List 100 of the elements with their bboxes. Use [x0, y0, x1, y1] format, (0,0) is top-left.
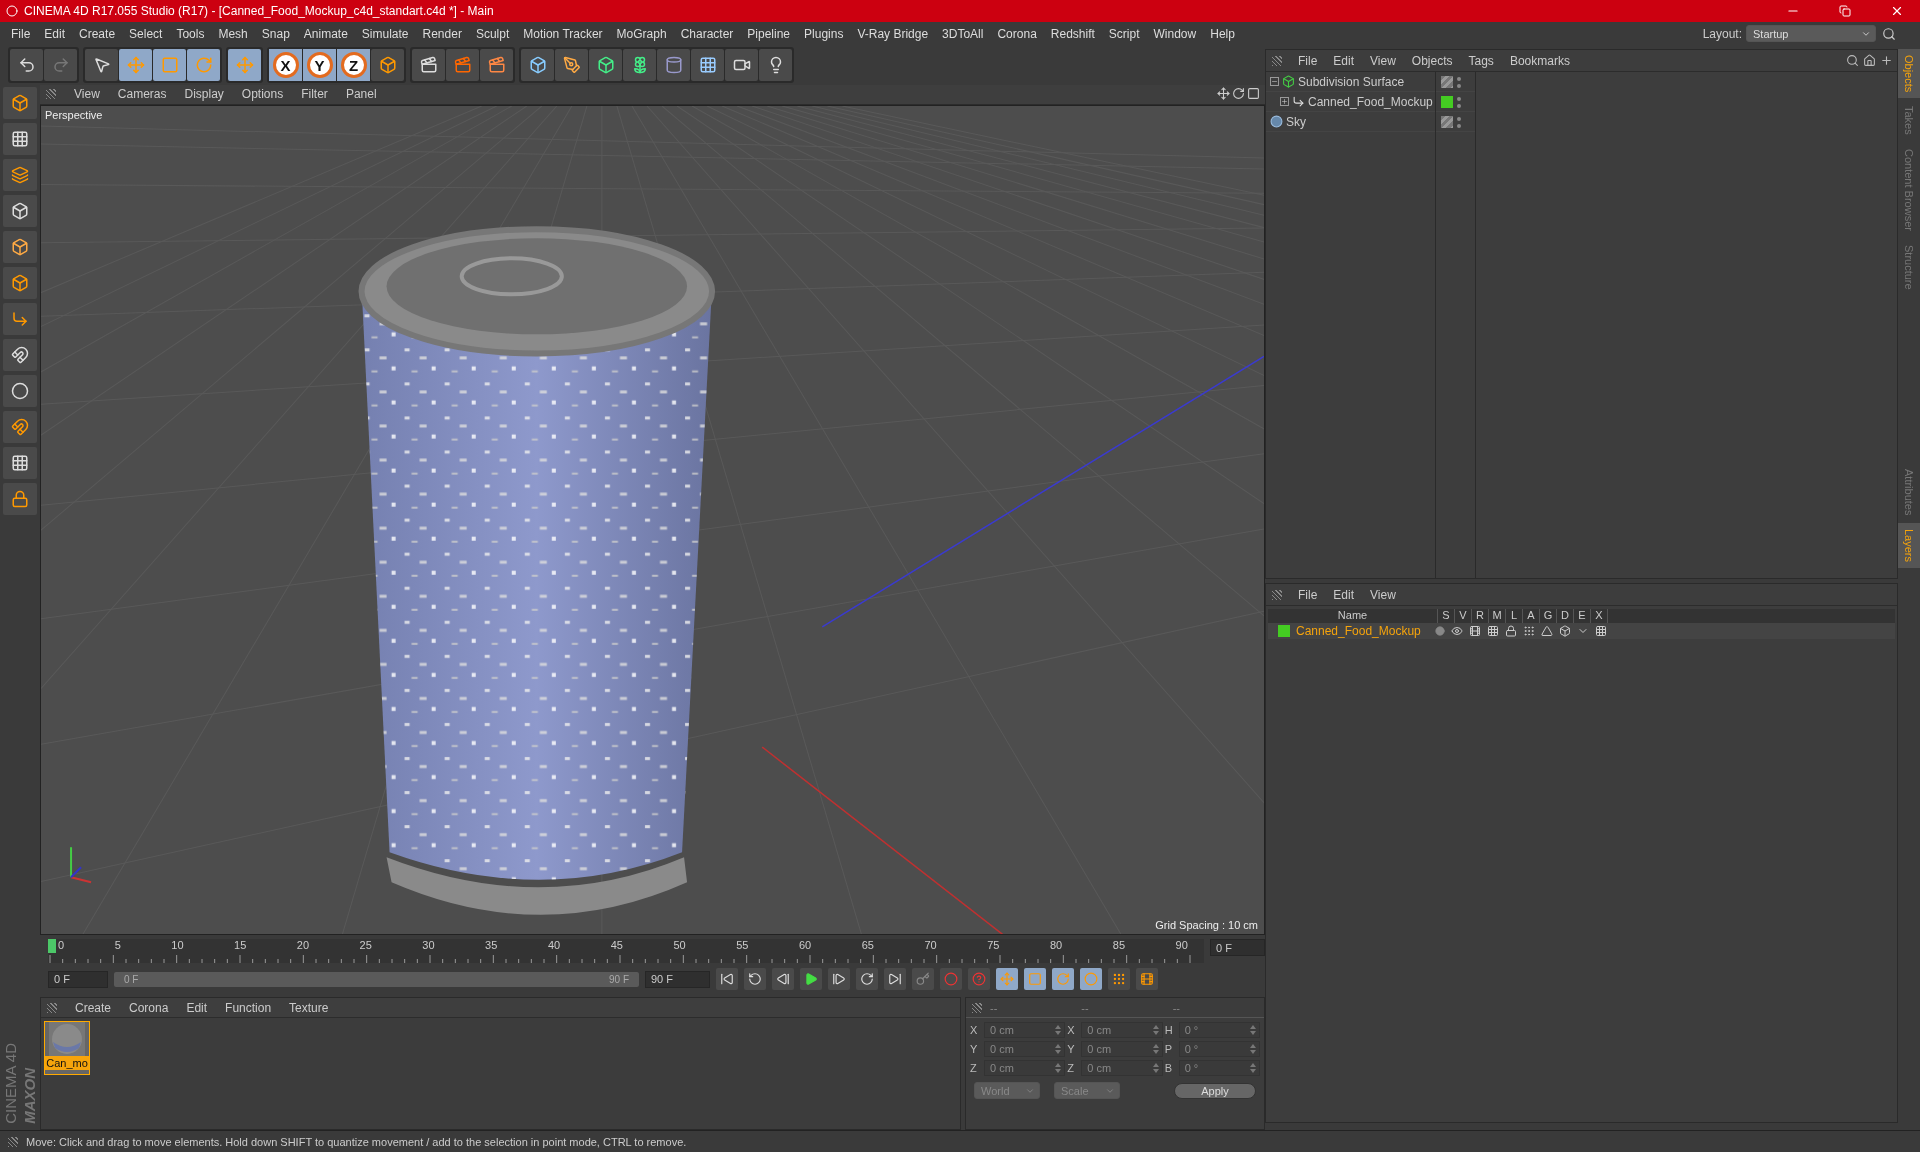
start-frame-field[interactable]: 0 F — [48, 970, 108, 988]
menu-item[interactable]: Window — [1146, 26, 1204, 41]
menu-item[interactable]: Animate — [296, 26, 355, 41]
menu-item[interactable]: 3DToAll — [935, 26, 991, 41]
play-button[interactable] — [800, 968, 822, 991]
toolbar-button[interactable] — [412, 49, 445, 81]
expand-toggle[interactable] — [1270, 77, 1279, 86]
timeline-button[interactable] — [1136, 968, 1158, 991]
spinner-arrows-icon[interactable] — [1055, 1063, 1062, 1074]
axis-lock-button[interactable]: Y — [303, 49, 336, 81]
panel-grip-icon[interactable] — [972, 1002, 982, 1013]
maximize-icon[interactable] — [1247, 86, 1260, 100]
key-button[interactable] — [912, 968, 934, 991]
material-swatch[interactable]: Can_mo — [44, 1021, 90, 1076]
visibility-dots-icon[interactable] — [1456, 74, 1462, 89]
animation-icon[interactable] — [1522, 625, 1535, 637]
menu-item[interactable]: Help — [1203, 26, 1242, 41]
rotate-key-button[interactable] — [1052, 968, 1074, 991]
toolbar-button[interactable] — [725, 49, 758, 81]
record-button[interactable] — [940, 968, 962, 991]
end-frame-field[interactable]: 90 F — [645, 970, 710, 988]
menu-item[interactable]: File — [4, 26, 38, 41]
tool-button[interactable] — [3, 303, 37, 335]
home-icon[interactable] — [1863, 54, 1876, 67]
viewport-menu-item[interactable]: Filter — [293, 87, 336, 102]
orbit-icon[interactable] — [1232, 86, 1245, 100]
menu-item[interactable]: Edit — [37, 26, 73, 41]
eye-icon[interactable] — [1450, 625, 1463, 637]
object-menu-item[interactable]: Objects — [1403, 53, 1461, 68]
layout-dropdown[interactable]: Startup — [1746, 25, 1876, 42]
side-tab[interactable]: Objects — [1898, 49, 1920, 99]
menu-item[interactable]: Create — [72, 26, 123, 41]
toolbar-button[interactable] — [657, 49, 690, 81]
generator-icon[interactable] — [1540, 625, 1553, 637]
panel-grip-icon[interactable] — [47, 1002, 57, 1013]
viewport-menu-item[interactable]: Cameras — [109, 87, 175, 102]
move-key-button[interactable] — [996, 968, 1018, 991]
tool-button[interactable] — [3, 483, 37, 515]
axis-lock-button[interactable]: X — [269, 49, 302, 81]
toolbar-button[interactable] — [480, 49, 513, 81]
spinner-arrows-icon[interactable] — [1250, 1044, 1256, 1055]
tool-button[interactable] — [3, 411, 37, 443]
scale-key-button[interactable] — [1024, 968, 1046, 991]
material-menu-item[interactable]: Corona — [121, 1000, 177, 1015]
pan-icon[interactable] — [1217, 86, 1230, 100]
playhead[interactable] — [48, 939, 56, 954]
visibility-dots-icon[interactable] — [1456, 94, 1462, 109]
menu-item[interactable]: Corona — [990, 26, 1044, 41]
deformer-icon[interactable] — [1558, 625, 1571, 637]
apply-button[interactable]: Apply — [1174, 1082, 1256, 1099]
toolbar-button[interactable] — [589, 49, 622, 81]
side-tab[interactable]: Layers — [1898, 522, 1920, 568]
menu-item[interactable]: Redshift — [1043, 26, 1102, 41]
object-menu-item[interactable]: View — [1362, 53, 1404, 68]
next-key-button[interactable] — [856, 968, 878, 991]
toolbar-button[interactable] — [85, 49, 118, 81]
menu-item[interactable]: Plugins — [797, 26, 851, 41]
param-key-button[interactable] — [1080, 968, 1102, 991]
timeline-ruler[interactable]: 0 5 10 15 20 25 30 35 40 45 50 55 60 65 70 75 80 85 90 — [48, 939, 1204, 964]
help-button[interactable] — [968, 968, 990, 991]
object-menu-item[interactable]: File — [1290, 53, 1326, 68]
viewport-menu-item[interactable]: View — [66, 87, 108, 102]
toolbar-button[interactable] — [759, 49, 792, 81]
search-icon[interactable] — [1846, 54, 1859, 67]
menu-item[interactable]: Pipeline — [740, 26, 798, 41]
axis-lock-button[interactable]: Z — [337, 49, 370, 81]
viewport-menu-item[interactable]: Options — [233, 87, 292, 102]
object-menu-item[interactable]: Tags — [1460, 53, 1502, 68]
toolbar-button[interactable] — [555, 49, 588, 81]
new-panel-icon[interactable] — [1880, 54, 1893, 67]
layer-menu-item[interactable]: Edit — [1325, 587, 1363, 602]
manager-icon[interactable] — [1486, 625, 1499, 637]
toolbar-button[interactable] — [623, 49, 656, 81]
solo-icon[interactable] — [1434, 626, 1445, 636]
step-forward-button[interactable] — [828, 968, 850, 991]
go-to-start-button[interactable] — [716, 968, 738, 991]
tool-button[interactable] — [3, 267, 37, 299]
go-to-end-button[interactable] — [884, 968, 906, 991]
points-key-button[interactable] — [1108, 968, 1130, 991]
tool-button[interactable] — [3, 123, 37, 155]
tool-button[interactable] — [3, 159, 37, 191]
menu-item[interactable]: Sculpt — [468, 26, 517, 41]
spinner-arrows-icon[interactable] — [1250, 1063, 1256, 1074]
step-back-button[interactable] — [772, 968, 794, 991]
tool-button[interactable] — [3, 231, 37, 263]
toolbar-button[interactable] — [521, 49, 554, 81]
spinner-arrows-icon[interactable] — [1152, 1025, 1159, 1036]
menu-item[interactable]: Script — [1101, 26, 1147, 41]
menu-item[interactable]: Select — [122, 26, 170, 41]
menu-item[interactable]: Character — [673, 26, 741, 41]
current-frame-field[interactable]: 0 F — [1210, 939, 1265, 957]
tool-button[interactable] — [3, 375, 37, 407]
tool-button[interactable] — [3, 195, 37, 227]
object-name[interactable]: Subdivision Surface — [1298, 74, 1405, 89]
viewport-menu-item[interactable]: Panel — [337, 87, 385, 102]
spinner-arrows-icon[interactable] — [1055, 1025, 1062, 1036]
panel-grip-icon[interactable] — [46, 89, 56, 100]
visibility-dots-icon[interactable] — [1456, 114, 1462, 129]
object-name[interactable]: Canned_Food_Mockup — [1308, 94, 1433, 109]
spinner-arrows-icon[interactable] — [1055, 1044, 1062, 1055]
